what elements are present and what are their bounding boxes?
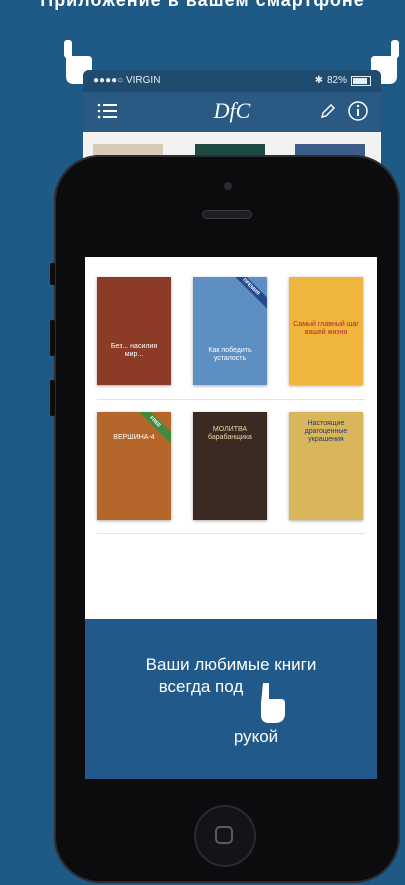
promo-line-2: всегда под: [158, 677, 244, 696]
home-square-icon: [215, 826, 233, 844]
mute-switch: [50, 263, 55, 285]
book-title: ВЕРШИНА-4: [113, 434, 155, 441]
hand-pointer-icon: [261, 683, 285, 723]
front-phone: Без... насилия мир... ПРЕМИЯ Как победит…: [50, 155, 400, 883]
book-title: Без... насилия мир...: [110, 343, 158, 358]
shelf-divider-2: [97, 533, 365, 534]
info-icon[interactable]: [347, 100, 369, 122]
pencil-icon[interactable]: [319, 102, 337, 120]
book-title: Настоящие драгоценные украшения: [304, 420, 348, 443]
header-strip: Приложение в вашем смартфоне: [0, 0, 405, 12]
bluetooth-icon: ✱: [314, 75, 323, 86]
page: Приложение в вашем смартфоне ●●●●○ VIRGI…: [0, 0, 405, 885]
home-button[interactable]: [194, 805, 256, 867]
status-bar: ●●●●○ VIRGIN ✱ 82%: [83, 70, 381, 92]
speaker-grille: [202, 210, 252, 219]
header-text: Приложение в вашем смартфоне: [40, 0, 365, 10]
book-title: Самый главный шаг вашей жизни: [293, 321, 359, 336]
book-title: МОЛИТВА барабанщика: [208, 426, 252, 441]
book-cover-3[interactable]: Самый главный шаг вашей жизни: [289, 277, 363, 385]
battery-status: ✱ 82%: [315, 70, 371, 92]
promo-banner: Ваши любимые книги всегда под рукой: [85, 619, 377, 779]
book-cover-2[interactable]: ПРЕМИЯ Как победить усталость: [193, 277, 267, 385]
book-ribbon: ПРЕМИЯ: [226, 277, 267, 312]
phone-screen: Без... насилия мир... ПРЕМИЯ Как победит…: [85, 257, 377, 779]
shelf-divider-1: [97, 399, 365, 400]
battery-percent: 82%: [326, 75, 347, 86]
book-cover-1[interactable]: Без... насилия мир...: [97, 277, 171, 385]
carrier-label: ●●●●○ VIRGIN: [93, 75, 161, 86]
volume-down-button: [50, 380, 55, 416]
nav-bar: DfC: [83, 92, 381, 132]
book-cover-6[interactable]: Настоящие драгоценные украшения: [289, 412, 363, 520]
promo-line-1: Ваши любимые книги: [145, 655, 317, 674]
book-grid: Без... насилия мир... ПРЕМИЯ Как победит…: [85, 257, 377, 617]
book-title: Как победить усталость: [208, 347, 252, 362]
book-cover-5[interactable]: МОЛИТВА барабанщика: [193, 412, 267, 520]
front-camera: [224, 182, 232, 190]
battery-icon: [351, 76, 371, 86]
promo-line-3: рукой: [233, 727, 279, 746]
volume-up-button: [50, 320, 55, 356]
book-cover-4[interactable]: FREE ВЕРШИНА-4: [97, 412, 171, 520]
